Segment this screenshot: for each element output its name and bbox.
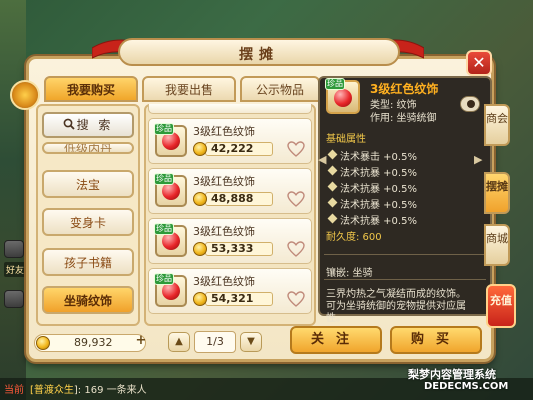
tooltip-desc-line: 性。 [326, 313, 346, 324]
category-item-fabao[interactable]: 法宝 [42, 170, 134, 198]
money-value: 89,932 [74, 336, 113, 349]
tooltip-use: 作用: 坐骑统御 [370, 113, 437, 124]
chat-sender: [普渡众生 [30, 385, 74, 396]
favorite-heart-icon[interactable] [287, 291, 305, 307]
title-bar: 摆摊 [118, 38, 400, 66]
side-tab-stall[interactable]: 摆摊 [484, 172, 510, 214]
search-icon [63, 118, 75, 130]
item-name: 3级红色纹饰 [193, 125, 255, 138]
listing-row-partial [148, 104, 312, 114]
tooltip-stat: 法术抗暴 +0.5% [340, 168, 417, 179]
tab-sell[interactable]: 我要出售 [142, 76, 236, 102]
item-price: 54,321 [211, 292, 254, 305]
tooltip-stat: 法术抗暴 +0.5% [340, 184, 417, 195]
coin-icon [193, 292, 207, 306]
chat-channel: 当前 [4, 385, 24, 396]
coin-icon [193, 242, 207, 256]
window-title: 摆摊 [239, 47, 279, 63]
category-item-child-books[interactable]: 孩子书籍 [42, 248, 134, 276]
tooltip-inlay: 镶嵌: 坐骑 [326, 268, 373, 279]
tooltip-item-icon: 珍品 [325, 78, 360, 114]
tooltip-title: 3级红色纹饰 [370, 82, 439, 96]
chat-emoji-icon[interactable] [4, 240, 24, 258]
tooltip-divider [324, 254, 486, 255]
item-name: 3级红色纹饰 [193, 225, 255, 238]
listing-row[interactable]: 珍品 3级红色纹饰 48,888 [148, 168, 312, 214]
item-icon: 珍品 [154, 123, 187, 157]
tooltip-stat: 法术暴击 +0.5% [340, 152, 417, 163]
page-indicator: 1/3 [194, 331, 236, 353]
tooltip-durability: 耐久度: 600 [326, 232, 382, 243]
item-icon: 珍品 [154, 223, 187, 257]
coin-icon [36, 336, 50, 350]
tooltip-stat: 法术抗暴 +0.5% [340, 200, 417, 211]
item-price: 48,888 [211, 192, 254, 205]
chat-message: ]: 169 一条来人 [73, 385, 147, 396]
rare-badge: 珍品 [154, 273, 174, 285]
category-item-transform-card[interactable]: 变身卡 [42, 208, 134, 236]
page-prev-button[interactable]: ▲ [168, 332, 190, 352]
item-icon: 珍品 [154, 173, 187, 207]
item-name: 3级红色纹饰 [193, 275, 255, 288]
watermark-title: 梨梦内容管理系统 [408, 368, 496, 381]
tooltip-divider [324, 279, 486, 280]
side-tab-mall[interactable]: 商城 [484, 224, 510, 266]
eye-pupil [467, 100, 475, 108]
follow-button[interactable]: 关注 [290, 326, 382, 354]
page-next-button[interactable]: ▼ [240, 332, 262, 352]
buy-button[interactable]: 购买 [390, 326, 482, 354]
category-item-partial[interactable]: 低级内丹 [42, 142, 134, 154]
rare-badge: 珍品 [154, 223, 174, 235]
search-label: 搜 索 [76, 118, 114, 132]
game-world-background [0, 0, 26, 400]
item-price: 53,333 [211, 242, 254, 255]
favorite-heart-icon[interactable] [287, 191, 305, 207]
coin-icon [193, 192, 207, 206]
rare-badge: 珍品 [154, 173, 174, 185]
coin-icon [193, 142, 207, 156]
add-money-button[interactable]: + [134, 334, 148, 348]
recharge-button[interactable]: 充值 [486, 284, 516, 328]
favorite-heart-icon[interactable] [287, 141, 305, 157]
listing-row[interactable]: 珍品 3级红色纹饰 54,321 [148, 268, 312, 314]
search-button[interactable]: 搜 索 [42, 112, 134, 138]
red-gem-icon [334, 89, 352, 107]
tooltip-desc-line: 可为坐骑统御的宠物提供对应属 [326, 301, 466, 312]
category-item-mount-pattern[interactable]: 坐骑纹饰 [42, 286, 134, 314]
listing-row[interactable]: 珍品 3级红色纹饰 42,222 [148, 118, 312, 164]
chat-bubble-icon[interactable] [4, 290, 24, 308]
rare-badge: 珍品 [325, 78, 345, 90]
fan-decoration-icon [10, 80, 40, 110]
rare-badge: 珍品 [154, 123, 174, 135]
side-tab-commerce[interactable]: 商会 [484, 104, 510, 146]
watermark-url: DEDECMS.COM [424, 381, 509, 392]
chat-line[interactable]: 当前 [普渡众生]: 169 一条来人 [4, 381, 147, 396]
preview-eye-icon[interactable] [460, 96, 480, 112]
item-price: 42,222 [211, 142, 254, 155]
tooltip-base-section: 基础属性 [326, 134, 366, 145]
tooltip-prev-arrow[interactable]: ◀ [318, 153, 326, 166]
item-icon: 珍品 [154, 273, 187, 307]
tooltip-next-arrow[interactable]: ▶ [474, 153, 482, 166]
friends-label[interactable]: 好友 [4, 262, 27, 277]
close-button[interactable]: ✕ [466, 50, 492, 76]
favorite-heart-icon[interactable] [287, 241, 305, 257]
tooltip-stat: 法术抗暴 +0.5% [340, 216, 417, 227]
listing-row[interactable]: 珍品 3级红色纹饰 53,333 [148, 218, 312, 264]
tab-public-items[interactable]: 公示物品 [240, 76, 320, 102]
tab-buy[interactable]: 我要购买 [44, 76, 138, 102]
item-name: 3级红色纹饰 [193, 175, 255, 188]
